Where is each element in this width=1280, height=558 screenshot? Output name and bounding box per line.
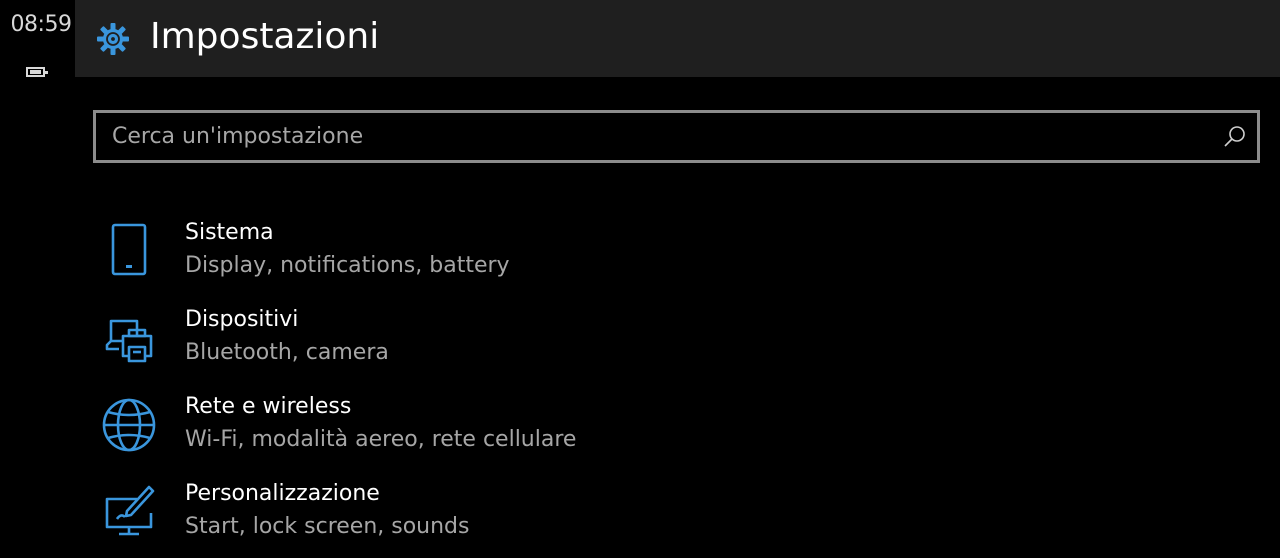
personalization-icon xyxy=(105,485,155,536)
category-title: Personalizzazione xyxy=(185,481,380,506)
status-bar: 08:59 xyxy=(0,0,75,548)
category-title: Dispositivi xyxy=(185,307,299,332)
category-subtitle: Start, lock screen, sounds xyxy=(185,514,470,539)
category-rete-e-wireless[interactable]: Rete e wireless Wi-Fi, modalità aereo, r… xyxy=(93,384,1253,471)
search-icon[interactable] xyxy=(1223,124,1247,148)
phone-icon xyxy=(111,223,147,276)
search-box[interactable] xyxy=(93,110,1260,163)
category-subtitle: Bluetooth, camera xyxy=(185,340,389,365)
category-title: Rete e wireless xyxy=(185,394,352,419)
category-title: Sistema xyxy=(185,220,274,245)
battery-icon xyxy=(26,67,48,77)
category-dispositivi[interactable]: Dispositivi Bluetooth, camera xyxy=(93,297,1253,384)
category-sistema[interactable]: Sistema Display, notifications, battery xyxy=(93,210,1253,297)
search-input[interactable] xyxy=(112,113,1202,160)
clock: 08:59 xyxy=(10,12,72,37)
category-personalizzazione[interactable]: Personalizzazione Start, lock screen, so… xyxy=(93,471,1253,558)
header: Impostazioni xyxy=(75,0,1280,77)
category-subtitle: Display, notifications, battery xyxy=(185,253,510,278)
gear-icon xyxy=(97,23,129,55)
settings-category-list: Sistema Display, notifications, battery … xyxy=(93,210,1253,558)
globe-icon xyxy=(102,398,156,452)
devices-icon xyxy=(105,319,153,363)
page-title: Impostazioni xyxy=(150,16,380,57)
category-subtitle: Wi-Fi, modalità aereo, rete cellulare xyxy=(185,427,577,452)
